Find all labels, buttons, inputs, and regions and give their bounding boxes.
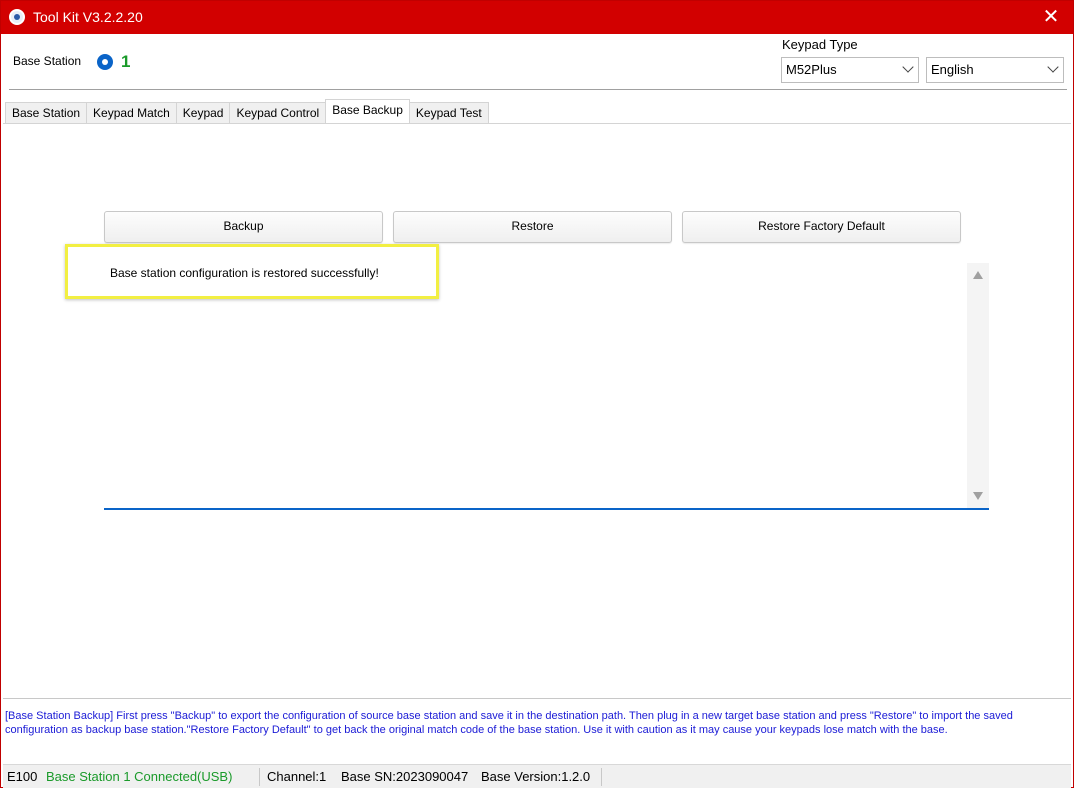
status-version: Base Version:1.2.0 xyxy=(481,769,591,784)
tab-keypad[interactable]: Keypad xyxy=(175,102,231,124)
output-message: Base station configuration is restored s… xyxy=(110,266,379,280)
tab-keypad-control[interactable]: Keypad Control xyxy=(229,102,327,124)
base-station-label: Base Station xyxy=(13,54,82,68)
tab-keypad-test[interactable]: Keypad Test xyxy=(408,102,489,124)
chevron-down-icon xyxy=(1047,61,1059,73)
base-station-number: 1 xyxy=(121,52,131,71)
status-connection: Base Station 1 Connected(USB) xyxy=(46,769,233,784)
window-title: Tool Kit V3.2.2.20 xyxy=(33,9,143,25)
scroll-up-icon[interactable] xyxy=(973,271,983,279)
keypad-type-label: Keypad Type xyxy=(782,37,858,52)
status-channel: Channel:1 xyxy=(267,769,327,784)
restore-button[interactable]: Restore xyxy=(393,211,672,243)
tab-base-station[interactable]: Base Station xyxy=(5,102,88,124)
tab-keypad-match[interactable]: Keypad Match xyxy=(86,102,177,124)
header-divider xyxy=(9,89,1067,90)
close-icon[interactable]: ✕ xyxy=(1039,5,1063,29)
language-value: English xyxy=(931,62,974,77)
scroll-down-icon[interactable] xyxy=(973,492,983,500)
tab-panel-border xyxy=(3,123,1071,124)
output-scrollbar[interactable] xyxy=(967,263,989,508)
status-divider xyxy=(601,768,602,786)
status-serial: Base SN:2023090047 xyxy=(341,769,469,784)
help-text: [Base Station Backup] First press "Backu… xyxy=(5,710,1013,736)
tab-base-backup[interactable]: Base Backup xyxy=(325,99,410,123)
base-station-radio[interactable] xyxy=(97,54,113,70)
title-bar: Tool Kit V3.2.2.20 ✕ xyxy=(1,1,1073,34)
help-divider xyxy=(3,698,1071,699)
keypad-type-select[interactable]: M52Plus xyxy=(781,57,919,83)
language-select[interactable]: English xyxy=(926,57,1064,83)
status-bar: E100 Base Station 1 Connected(USB) Chann… xyxy=(3,764,1071,788)
keypad-type-value: M52Plus xyxy=(786,62,837,77)
status-model: E100 xyxy=(7,769,38,784)
output-log-textarea[interactable]: Base station configuration is restored s… xyxy=(104,263,989,510)
restore-factory-default-button[interactable]: Restore Factory Default xyxy=(682,211,961,243)
chevron-down-icon xyxy=(902,61,914,73)
status-divider xyxy=(259,768,260,786)
backup-button[interactable]: Backup xyxy=(104,211,383,243)
app-logo-icon xyxy=(9,9,25,25)
tab-bar: Base Station Keypad Match Keypad Keypad … xyxy=(5,99,489,124)
app-window: Tool Kit V3.2.2.20 ✕ Base Station 1 Keyp… xyxy=(0,0,1074,788)
